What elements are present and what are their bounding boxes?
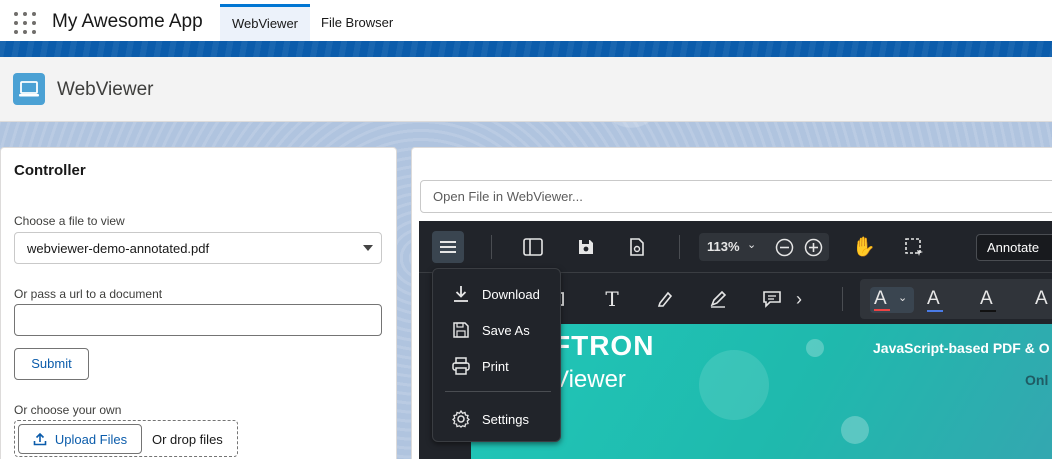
menu-item-download[interactable]: Download: [433, 278, 562, 310]
toolbar-divider: [679, 235, 680, 259]
pan-hand-icon[interactable]: ✋: [851, 234, 877, 260]
select-area-icon[interactable]: [902, 235, 926, 259]
save-icon: [450, 322, 472, 338]
text-color-red-preset[interactable]: A ⌄: [870, 287, 914, 313]
upload-files-button[interactable]: Upload Files: [18, 424, 142, 454]
doc-decor-circle: [699, 350, 769, 420]
text-color-gray-preset[interactable]: A: [1035, 288, 1052, 314]
print-icon: [450, 357, 472, 375]
doc-decor-dot: [806, 339, 824, 357]
file-select-label: Choose a file to view: [14, 214, 125, 228]
pen-tool-icon[interactable]: [705, 287, 731, 311]
main-menu-dropdown: Download Save As Print Settings: [432, 268, 561, 442]
page-header: WebViewer: [0, 57, 1052, 122]
controller-title: Controller: [14, 162, 86, 179]
chevron-down-icon: [363, 245, 373, 251]
toolbar-divider: [842, 287, 843, 311]
menu-item-label: Print: [482, 358, 509, 374]
menu-button[interactable]: [432, 231, 464, 263]
doc-brand-text: FTRON: [553, 330, 655, 361]
left-panel-icon[interactable]: [519, 235, 547, 259]
url-label: Or pass a url to a document: [14, 287, 163, 301]
app-launcher-icon[interactable]: [14, 12, 36, 34]
file-select-value: webviewer-demo-annotated.pdf: [27, 241, 210, 256]
viewer-top-toolbar: 113% ⌄ ✋ Annotate: [419, 221, 1052, 273]
doc-tagline-secondary: Onl: [1025, 372, 1049, 388]
chevron-right-icon[interactable]: ›: [789, 287, 809, 311]
controller-card: Controller Choose a file to view webview…: [0, 147, 397, 459]
file-settings-icon[interactable]: [623, 235, 651, 259]
page-title: WebViewer: [57, 79, 154, 100]
app-name: My Awesome App: [52, 11, 203, 32]
file-select[interactable]: webviewer-demo-annotated.pdf: [14, 232, 382, 264]
brand-band: [0, 41, 1052, 57]
hamburger-icon: [440, 241, 456, 253]
zoom-in-icon[interactable]: [804, 238, 823, 257]
menu-item-label: Save As: [482, 322, 530, 338]
tab-webviewer[interactable]: WebViewer: [220, 4, 310, 41]
text-style-presets: A ⌄ A A A: [860, 279, 1052, 319]
submit-button[interactable]: Submit: [14, 348, 89, 380]
file-dropzone[interactable]: Upload Files Or drop files: [14, 420, 238, 457]
doc-subtitle: Viewer: [553, 366, 626, 393]
url-input[interactable]: [14, 304, 382, 336]
upload-files-label: Upload Files: [54, 431, 128, 447]
menu-item-save-as[interactable]: Save As: [433, 314, 562, 346]
toolbar-divider: [491, 235, 492, 259]
open-file-input[interactable]: Open File in WebViewer...: [420, 180, 1052, 213]
menu-divider: [445, 391, 551, 392]
save-icon[interactable]: [572, 235, 600, 259]
menu-item-label: Download: [482, 286, 540, 302]
tab-file-browser[interactable]: File Browser: [309, 4, 405, 41]
drop-files-text: Or drop files: [152, 432, 223, 447]
text-tool-icon[interactable]: T: [599, 287, 625, 311]
global-header: My Awesome App WebViewer File Browser: [0, 0, 1052, 41]
chevron-down-icon[interactable]: ⌄: [747, 238, 756, 251]
menu-item-settings[interactable]: Settings: [433, 403, 562, 435]
zoom-out-icon[interactable]: [775, 238, 794, 257]
menu-item-label: Settings: [482, 411, 529, 427]
download-icon: [450, 285, 472, 303]
highlight-tool-icon[interactable]: [652, 287, 678, 311]
upload-icon: [33, 432, 47, 446]
comment-tool-icon[interactable]: [759, 287, 785, 311]
laptop-icon: [13, 73, 45, 105]
text-color-blue-preset[interactable]: A: [927, 288, 949, 314]
gear-icon: [450, 410, 472, 428]
menu-item-print[interactable]: Print: [433, 350, 562, 382]
zoom-control: 113% ⌄: [699, 233, 829, 261]
own-file-label: Or choose your own: [14, 403, 122, 417]
text-color-black-preset[interactable]: A: [980, 288, 1002, 314]
annotate-mode-select[interactable]: Annotate: [976, 234, 1052, 261]
zoom-value[interactable]: 113%: [707, 239, 740, 254]
doc-decor-dot: [841, 416, 869, 444]
doc-tagline: JavaScript-based PDF & O: [873, 340, 1050, 356]
